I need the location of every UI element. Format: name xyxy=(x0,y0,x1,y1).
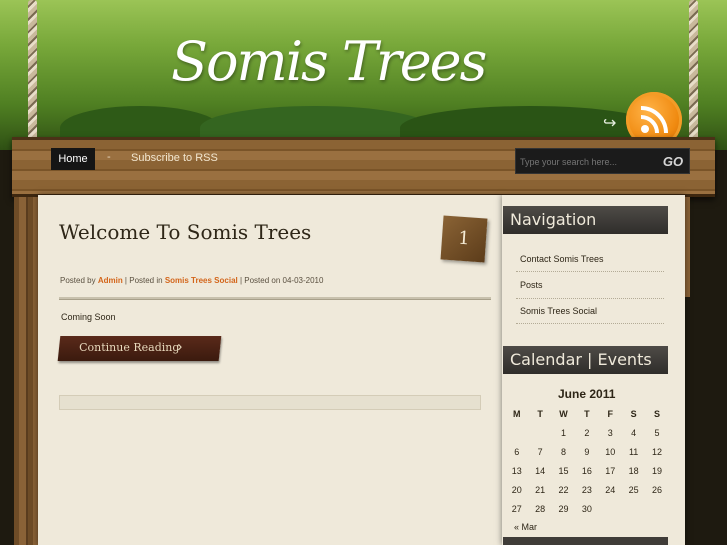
post-title[interactable]: Welcome To Somis Trees xyxy=(59,220,311,244)
post-divider xyxy=(59,297,491,300)
calendar-day: 16 xyxy=(581,465,592,476)
nav-separator: - xyxy=(107,151,111,163)
continue-reading-button[interactable]: Continue Reading › xyxy=(57,336,222,361)
calendar-caption: June 2011 xyxy=(558,387,616,401)
calendar-day: 11 xyxy=(628,446,639,457)
calendar-day: 27 xyxy=(511,503,522,514)
post-footer-bar xyxy=(59,395,481,410)
calendar-day-header: S xyxy=(654,408,661,419)
calendar-week: 13 14 15 16 17 18 19 xyxy=(505,461,669,480)
calendar-day-header: S xyxy=(630,408,637,419)
meta-author-link[interactable]: Admin xyxy=(98,276,123,285)
calendar-day: 29 xyxy=(558,503,569,514)
calendar-day: 12 xyxy=(652,446,663,457)
calendar-week: 1 2 3 4 5 xyxy=(505,423,669,442)
rope-right-decoration xyxy=(689,0,698,146)
calendar-day: 15 xyxy=(558,465,569,476)
widget-title-next xyxy=(503,537,668,545)
calendar-day: 7 xyxy=(537,446,543,457)
calendar-week: 20 21 22 23 24 25 26 xyxy=(505,480,669,499)
calendar-prev-month-link[interactable]: « Mar xyxy=(514,522,537,532)
calendar-day: 17 xyxy=(605,465,616,476)
calendar-day: 9 xyxy=(584,446,590,457)
leaf-arrow-icon: ↪ xyxy=(603,115,617,132)
calendar-day: 19 xyxy=(652,465,663,476)
calendar-day-header: W xyxy=(559,408,568,419)
widget-title-navigation: Navigation xyxy=(503,206,668,234)
sidebar-link-contact[interactable]: Contact Somis Trees xyxy=(520,254,604,264)
calendar-day-header: M xyxy=(512,408,521,419)
meta-posted-on: | Posted on 04-03-2010 xyxy=(237,276,324,285)
main-content xyxy=(38,195,502,545)
calendar-day: 1 xyxy=(560,427,566,438)
meta-category-link[interactable]: Somis Trees Social xyxy=(165,276,238,285)
calendar-day: 30 xyxy=(581,503,592,514)
comment-count: 1 xyxy=(457,227,471,250)
sidebar-divider xyxy=(516,271,664,272)
rope-left-decoration xyxy=(28,0,37,146)
calendar-day: 23 xyxy=(581,484,592,495)
calendar-day xyxy=(622,499,645,518)
meta-posted-by: Posted by xyxy=(60,276,98,285)
sidebar-divider xyxy=(516,323,664,324)
chevron-right-icon: › xyxy=(177,338,183,355)
calendar-day-header: F xyxy=(607,408,614,419)
calendar-day xyxy=(599,499,622,518)
search-input[interactable] xyxy=(520,154,652,170)
calendar-day: 6 xyxy=(514,446,520,457)
search-box: GO xyxy=(515,148,690,174)
post-meta: Posted by Admin | Posted in Somis Trees … xyxy=(60,276,323,285)
sidebar-link-social[interactable]: Somis Trees Social xyxy=(520,306,597,316)
calendar-day: 26 xyxy=(652,484,663,495)
search-go-button[interactable]: GO xyxy=(658,152,688,172)
site-header: Somis Trees xyxy=(0,0,727,150)
sidebar-divider xyxy=(516,298,664,299)
calendar-day: 13 xyxy=(511,465,522,476)
calendar-day-header: T xyxy=(537,408,543,419)
calendar-day: 14 xyxy=(535,465,546,476)
nav-subscribe-rss-link[interactable]: Subscribe to RSS xyxy=(131,152,218,164)
continue-reading-label: Continue Reading xyxy=(79,341,180,354)
calendar-day: 8 xyxy=(560,446,566,457)
calendar-day xyxy=(528,423,551,442)
calendar-day: 20 xyxy=(511,484,522,495)
nav-home-link[interactable]: Home xyxy=(51,148,95,170)
calendar-day xyxy=(645,499,668,518)
calendar-day xyxy=(505,423,528,442)
calendar-week: 6 7 8 9 10 11 12 xyxy=(505,442,669,461)
comment-count-badge[interactable]: 1 xyxy=(440,215,488,263)
calendar-day: 10 xyxy=(605,446,616,457)
post-excerpt: Coming Soon xyxy=(61,312,116,322)
meta-posted-in: | Posted in xyxy=(122,276,165,285)
calendar-day: 3 xyxy=(607,427,613,438)
calendar-day: 28 xyxy=(535,503,546,514)
calendar-day: 4 xyxy=(631,427,637,438)
calendar-week: 27 28 29 30 xyxy=(505,499,669,518)
calendar-day-header: T xyxy=(584,408,590,419)
calendar-day: 18 xyxy=(628,465,639,476)
calendar-day: 24 xyxy=(605,484,616,495)
calendar-day: 2 xyxy=(584,427,590,438)
site-title[interactable]: Somis Trees xyxy=(171,30,487,93)
calendar-day: 25 xyxy=(628,484,639,495)
calendar-day: 5 xyxy=(654,427,660,438)
widget-title-calendar: Calendar | Events xyxy=(503,346,668,374)
calendar-day: 21 xyxy=(535,484,546,495)
calendar-table: M T W T F S S 1 2 3 4 5 6 7 8 9 10 11 12 xyxy=(505,404,669,518)
calendar-day: 22 xyxy=(558,484,569,495)
sidebar-link-posts[interactable]: Posts xyxy=(520,280,543,290)
